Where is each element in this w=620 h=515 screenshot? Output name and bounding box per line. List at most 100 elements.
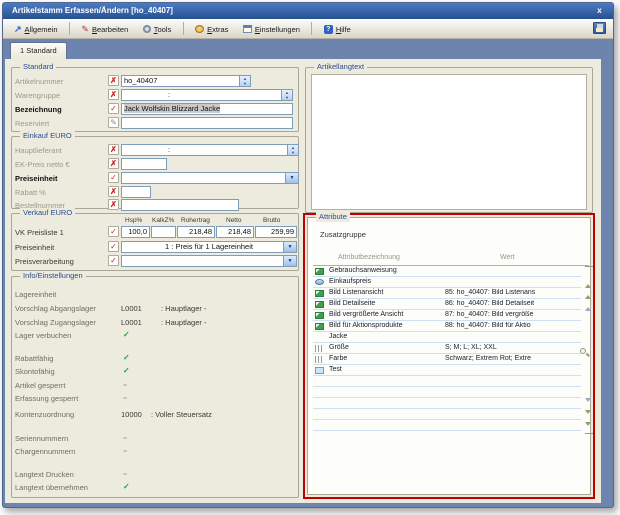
app-window: Artikelstamm Erfassen/Ändern [ho_40407] …	[2, 2, 614, 508]
preisverarbeitung-dropdown[interactable]	[121, 255, 297, 267]
help-icon: ?	[324, 25, 333, 34]
tab-band: 1 Standard	[3, 39, 613, 59]
group-info-title: Info/Einstellungen	[20, 271, 86, 281]
spinner-icon[interactable]	[239, 76, 250, 86]
menu-allgemein[interactable]: ↗Allgemein	[9, 21, 63, 37]
col-netto: Netto	[226, 217, 242, 224]
attribute-row-empty[interactable]	[313, 387, 581, 398]
dash-mark: --	[123, 469, 126, 478]
close-icon[interactable]: x	[593, 5, 606, 17]
required-x-icon: ✗	[108, 158, 119, 169]
attribute-row[interactable]: Einkaufspreis	[313, 277, 581, 288]
chevron-down-icon[interactable]	[283, 256, 296, 266]
attribute-row[interactable]: Bild für Aktionsprodukte88: ho_40407: Bi…	[313, 321, 581, 332]
group-verkauf-title: Verkauf EURO	[20, 208, 75, 218]
attribute-row-empty[interactable]	[313, 398, 581, 409]
brutto-field[interactable]: 259,99	[255, 226, 297, 238]
menu-bearbeiten[interactable]: ✎Bearbeiten	[76, 21, 133, 37]
spinner-icon[interactable]	[281, 90, 292, 100]
hauptlieferant-label: Hauptlieferant	[15, 145, 62, 156]
verkauf-preiseinheit-label: Preiseinheit	[15, 242, 54, 253]
scroll-to-bottom-icon[interactable]	[585, 426, 593, 434]
netto-field[interactable]: 218,48	[216, 226, 254, 238]
verkauf-preiseinheit-dropdown[interactable]: 1 : Preis für 1 Lagereinheit	[121, 241, 297, 253]
tab-standard[interactable]: 1 Standard	[10, 42, 67, 59]
artikelnummer-field[interactable]: ho_40407	[121, 75, 251, 87]
bezeichnung-label: Bezeichnung	[15, 104, 62, 115]
scroll-down-icon[interactable]	[585, 414, 593, 422]
attribute-row[interactable]: Jacke	[313, 332, 581, 343]
hauptlieferant-field[interactable]: :	[121, 144, 299, 156]
group-langtext: Artikellangtext	[305, 67, 593, 213]
note-pencil-icon: ✎	[108, 117, 119, 128]
attribute-row[interactable]: Bild vergrößerte Ansicht87: ho_40407: Bi…	[313, 310, 581, 321]
dash-mark: --	[123, 433, 126, 442]
titlebar[interactable]: Artikelstamm Erfassen/Ändern [ho_40407] …	[3, 3, 613, 19]
attribute-row[interactable]: Test	[313, 365, 581, 376]
warengruppe-field[interactable]: :	[121, 89, 293, 101]
gear-icon	[143, 25, 151, 33]
rohertrag-field[interactable]: 218,48	[177, 226, 215, 238]
group-standard-title: Standard	[20, 62, 56, 72]
bestellnummer-field[interactable]	[121, 199, 239, 211]
menubar: ↗Allgemein ✎Bearbeiten Tools Extras Eins…	[3, 19, 613, 39]
bezeichnung-field[interactable]: Jack Wolfskin Blizzard Jacke	[121, 103, 293, 115]
valid-check-icon: ✓	[108, 241, 119, 252]
hsp-field[interactable]: 100,0	[121, 226, 150, 238]
attribute-row[interactable]: FarbeSchwarz; Extrem Rot; Extre	[313, 354, 581, 365]
image-attachment-icon	[315, 290, 324, 297]
check-mark: ✓	[123, 366, 130, 375]
scroll-to-top-icon[interactable]	[585, 266, 593, 274]
attribute-row-empty[interactable]	[313, 376, 581, 387]
required-x-icon: ✗	[108, 144, 119, 155]
required-x-icon: ✗	[108, 199, 119, 210]
warengruppe-label: Warengruppe	[15, 90, 60, 101]
spinner-icon[interactable]	[287, 145, 298, 155]
attribute-row[interactable]: GrößeS; M; L; XL; XXL	[313, 343, 581, 354]
list-values-icon	[315, 356, 324, 363]
menu-tools[interactable]: Tools	[138, 21, 177, 37]
scroll-up-icon[interactable]	[585, 278, 593, 286]
save-icon[interactable]	[593, 22, 606, 34]
zusatzgruppe-label: Zusatzgruppe	[320, 230, 366, 239]
arrow-up-right-icon: ↗	[14, 25, 22, 34]
image-attachment-icon	[315, 268, 324, 275]
reserviert-field[interactable]	[121, 117, 293, 129]
check-mark: ✓	[123, 482, 130, 491]
col-hsp: Hsp%	[125, 217, 142, 224]
required-x-icon: ✗	[108, 75, 119, 86]
chevron-down-icon[interactable]	[283, 242, 296, 252]
attribute-row-empty[interactable]	[313, 409, 581, 420]
attribute-row[interactable]: Gebrauchsanweisung	[313, 266, 581, 277]
chevron-down-icon[interactable]	[285, 173, 298, 183]
image-attachment-icon	[315, 301, 324, 308]
ek-preis-field[interactable]	[121, 158, 167, 170]
valid-check-icon: ✓	[108, 255, 119, 266]
magnifier-icon[interactable]	[580, 348, 589, 357]
col-wert: Wert	[500, 254, 515, 261]
gold-coin-icon	[195, 25, 204, 33]
attribute-row[interactable]: Bild Listenansicht85: ho_40407: Bild Lis…	[313, 288, 581, 299]
check-mark: ✓	[123, 353, 130, 362]
edit-pencil-icon: ✎	[81, 25, 89, 34]
sort-up-icon[interactable]	[585, 290, 593, 298]
text-attribute-icon	[315, 367, 324, 374]
col-rohertrag: Rohertrag	[181, 217, 210, 224]
menu-einstellungen[interactable]: Einstellungen	[238, 21, 305, 37]
langtext-textarea[interactable]	[311, 74, 587, 210]
attribute-row-empty[interactable]	[313, 420, 581, 431]
check-mark: ✓	[123, 330, 130, 339]
sort-down-icon[interactable]	[585, 402, 593, 410]
menu-extras[interactable]: Extras	[190, 21, 233, 37]
list-values-icon	[315, 345, 324, 352]
rabatt-field[interactable]	[121, 186, 151, 198]
valid-check-icon: ✓	[108, 103, 119, 114]
menu-hilfe[interactable]: ?Hilfe	[319, 21, 356, 37]
einkauf-preiseinheit-dropdown[interactable]	[121, 172, 299, 184]
kalkz-field[interactable]	[151, 226, 176, 238]
col-kalkz: KalkZ%	[152, 217, 174, 224]
menu-separator	[183, 22, 184, 35]
col-attributbezeichnung: Attributbezeichnung	[338, 254, 400, 261]
menu-separator	[311, 22, 312, 35]
attribute-row[interactable]: Bild Detailseite86: ho_40407: Bild Detai…	[313, 299, 581, 310]
